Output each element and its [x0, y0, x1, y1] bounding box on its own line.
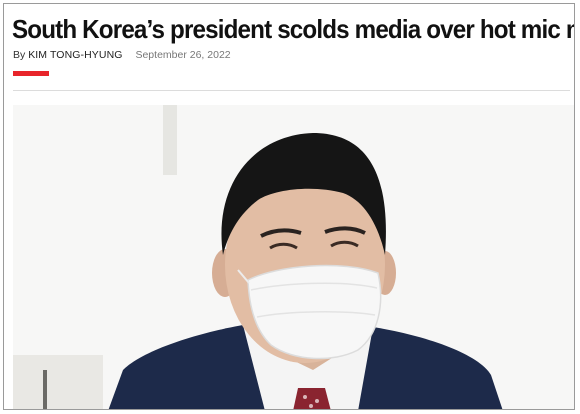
publish-date: September 26, 2022 — [135, 49, 231, 61]
divider — [13, 90, 570, 91]
byline-prefix: By — [13, 49, 26, 61]
photo-illustration — [13, 105, 574, 409]
byline: By KIM TONG-HYUNG September 26, 2022 — [13, 49, 231, 61]
article-card: South Korea’s president scolds media ove… — [3, 3, 575, 410]
article-headline[interactable]: South Korea’s president scolds media ove… — [12, 11, 574, 47]
article-photo[interactable] — [13, 105, 574, 409]
author-link[interactable]: KIM TONG-HYUNG — [28, 49, 122, 61]
accent-bar — [13, 71, 49, 76]
